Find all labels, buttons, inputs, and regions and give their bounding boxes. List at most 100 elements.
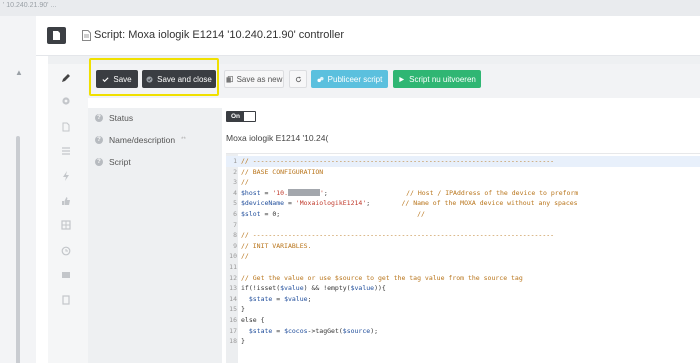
list-icon[interactable] <box>60 145 72 157</box>
code-token: $state <box>248 326 273 335</box>
code-token: ; <box>307 294 312 303</box>
line-number: 18 <box>229 337 237 346</box>
save-as-new-button[interactable]: Save as new <box>224 70 284 88</box>
line-number: 9 <box>233 241 237 250</box>
help-icon[interactable]: ? <box>95 136 103 144</box>
publish-script-label: Publiceer script <box>327 74 383 84</box>
publish-script-button[interactable]: Publiceer script <box>311 70 388 88</box>
code-token: // <box>241 252 249 261</box>
checkmark-icon <box>102 76 109 82</box>
thumbs-up-icon[interactable] <box>60 195 72 207</box>
code-token: = <box>284 199 296 208</box>
code-token: ); <box>370 326 379 335</box>
run-script-button[interactable]: Script nu uitvoeren <box>393 70 481 88</box>
code-token: ; <box>366 199 402 208</box>
code-text: // INIT VARIABLES. <box>241 241 311 252</box>
line-number: 1 <box>233 157 237 165</box>
bolt-icon[interactable] <box>60 170 72 182</box>
code-line[interactable]: 9 // INIT VARIABLES. <box>226 241 700 252</box>
publish-icon <box>317 76 324 82</box>
code-token: $host <box>241 188 261 197</box>
breadcrumb[interactable]: ' 10.240.21.90' ... <box>3 2 56 9</box>
code-token: 'MoxaiologikE1214' <box>295 199 367 208</box>
code-text: } <box>241 336 245 347</box>
code-line[interactable]: 10 // <box>226 251 700 262</box>
code-token: = 0; <box>260 210 418 218</box>
line-number: 5 <box>233 199 237 208</box>
code-text: // -------------------------------------… <box>241 156 554 167</box>
code-line[interactable]: 4 $host = '10. '; // Host / IPAddress of t… <box>226 188 700 199</box>
code-line[interactable]: 2 // BASE CONFIGURATION <box>226 167 700 178</box>
code-text: // -------------------------------------… <box>241 230 554 241</box>
form-label-column <box>88 108 222 363</box>
script-label: Script <box>109 157 131 167</box>
status-toggle-on-label: On <box>227 112 244 121</box>
line-number: 4 <box>233 188 237 197</box>
code-token: $slot <box>241 210 261 218</box>
code-line[interactable]: 3 // <box>226 177 700 188</box>
section-icon-column <box>48 64 88 363</box>
pencil-icon[interactable] <box>60 72 72 84</box>
required-mark: ** <box>181 137 186 143</box>
save-and-close-button[interactable]: Save and close <box>142 70 216 88</box>
name-label-row: ? Name/description ** <box>95 135 186 145</box>
help-icon[interactable]: ? <box>95 114 103 122</box>
code-line[interactable]: 12 // Get the value or use $source to get… <box>226 273 700 284</box>
save-and-close-label: Save and close <box>157 74 212 84</box>
line-number: 7 <box>233 220 237 229</box>
line-number: 15 <box>229 305 237 314</box>
code-token: // INIT VARIABLES. <box>241 241 312 250</box>
help-icon[interactable]: ? <box>95 158 103 166</box>
code-line[interactable]: 17 $state = $cocos->tagGet($source); <box>226 326 700 337</box>
code-token: else { <box>241 316 265 324</box>
status-toggle[interactable]: On <box>226 111 256 122</box>
document-badge-icon[interactable] <box>47 27 66 44</box>
document-icon[interactable] <box>60 121 72 133</box>
copy-icon <box>226 75 233 83</box>
line-number: 14 <box>229 294 237 303</box>
code-text: // BASE CONFIGURATION <box>241 167 323 178</box>
grid-icon[interactable] <box>60 219 72 231</box>
code-line[interactable]: 15} <box>226 304 700 315</box>
left-rail: ▲ <box>0 16 36 363</box>
image-icon[interactable] <box>60 269 72 281</box>
name-label: Name/description <box>109 135 176 145</box>
save-button-label: Save <box>113 74 132 84</box>
code-line[interactable]: 6 $slot = 0; // <box>226 209 700 220</box>
code-token: $value <box>280 284 304 293</box>
code-line[interactable]: 18} <box>226 336 700 347</box>
gear-icon[interactable] <box>60 95 72 107</box>
code-text: // <box>241 177 249 188</box>
page-header: Script: Moxa iologik E1214 '10.240.21.90… <box>36 16 700 56</box>
scrollbar[interactable] <box>16 136 20 363</box>
script-code-editor[interactable]: 1 // ------------------------------------… <box>226 153 700 363</box>
code-line[interactable]: 1 // ------------------------------------… <box>226 156 700 167</box>
collapse-caret-icon[interactable]: ▲ <box>15 68 23 77</box>
name-description-field[interactable]: Moxa iologik E1214 '10.24( <box>226 133 328 143</box>
code-text: else { <box>241 315 264 326</box>
code-line[interactable]: 5 $deviceName = 'MoxaiologikE1214'; // Na… <box>226 198 700 209</box>
history-icon[interactable] <box>60 245 72 257</box>
code-token: } <box>241 337 245 346</box>
code-line[interactable]: 14 $state = $value; <box>226 294 700 305</box>
line-number: 11 <box>229 263 237 271</box>
code-token: // <box>417 210 425 218</box>
code-text: $state = $value; <box>241 294 312 305</box>
code-token: ; <box>323 188 407 197</box>
code-line[interactable]: 8 // ------------------------------------… <box>226 230 700 241</box>
code-line[interactable]: 16 else { <box>226 315 700 326</box>
script-label-row: ? Script <box>95 157 131 167</box>
code-text: $state = $cocos->tagGet($source); <box>241 326 378 337</box>
check-circle-icon <box>146 75 153 83</box>
tablet-icon[interactable] <box>60 294 72 306</box>
code-token: // <box>241 178 249 187</box>
code-token: )){ <box>374 284 386 293</box>
script-editor-page: ' 10.240.21.90' ... ▲ Script: Moxa iolog… <box>0 0 700 363</box>
code-token: $value <box>350 284 375 293</box>
save-button[interactable]: Save <box>96 70 138 88</box>
refresh-button[interactable] <box>289 70 307 88</box>
code-line[interactable]: 7 <box>226 220 700 231</box>
code-line[interactable]: 11 <box>226 262 700 273</box>
line-number: 6 <box>233 210 237 218</box>
code-line[interactable]: 13 if(!isset($value) && !empty($value)){ <box>226 283 700 294</box>
